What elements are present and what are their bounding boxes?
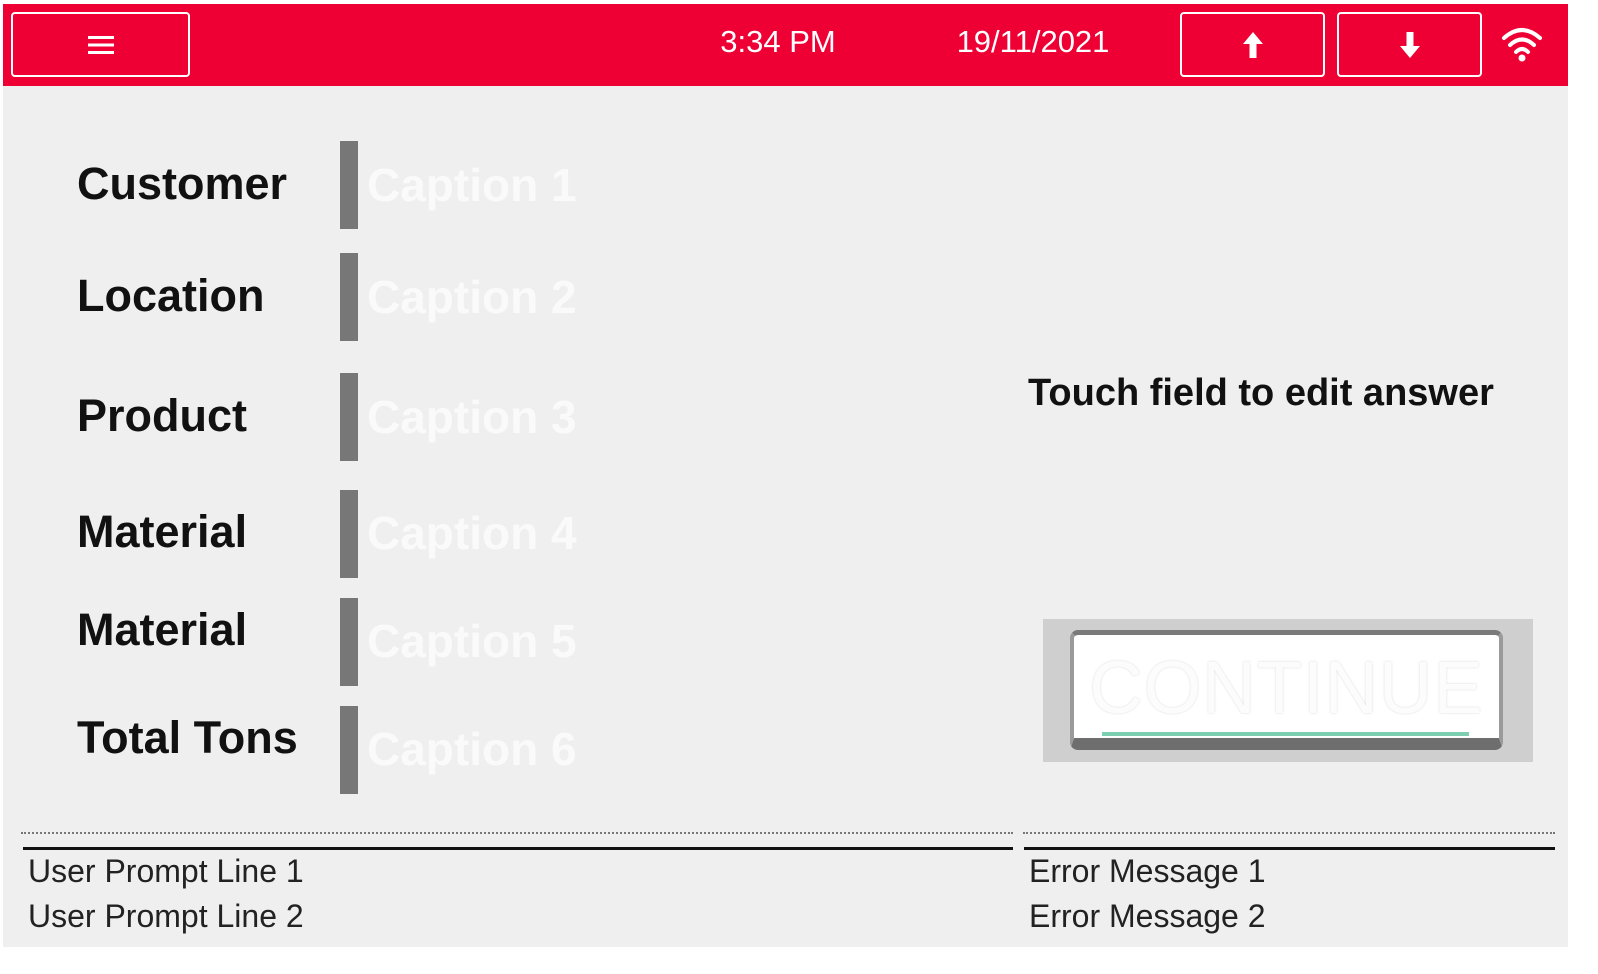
field-value-total-tons[interactable]: Caption 6: [367, 722, 577, 776]
field-label-product: Product: [77, 390, 248, 441]
user-prompt-line-1: User Prompt Line 1: [28, 853, 304, 889]
continue-button-label: CONTINUE: [1089, 646, 1484, 729]
error-message-2: Error Message 2: [1029, 898, 1266, 934]
continue-button-accent: [1102, 732, 1469, 736]
field-marker-location: [340, 253, 358, 341]
arrow-up-icon: [1242, 31, 1263, 58]
error-message-1: Error Message 1: [1029, 853, 1266, 889]
hmi-screen: 3:34 PM 19/11/2021 Customer Caption 1 Lo…: [3, 4, 1568, 947]
field-value-material-1[interactable]: Caption 4: [367, 506, 577, 560]
scroll-down-button[interactable]: [1337, 12, 1482, 77]
continue-button[interactable]: CONTINUE: [1070, 630, 1503, 750]
clock-date: 19/11/2021: [956, 24, 1110, 59]
field-marker-total-tons: [340, 706, 358, 794]
clock-time: 3:34 PM: [720, 24, 836, 59]
wifi-icon: [1502, 28, 1542, 62]
field-marker-customer: [340, 141, 358, 229]
field-value-location[interactable]: Caption 2: [367, 270, 577, 324]
field-label-material-1: Material: [77, 506, 248, 557]
scroll-up-button[interactable]: [1180, 12, 1325, 77]
field-marker-material-2: [340, 598, 358, 686]
footer-divider-right: [1024, 847, 1555, 850]
user-prompt-line-2: User Prompt Line 2: [28, 898, 304, 934]
field-label-customer: Customer: [77, 158, 288, 209]
field-value-material-2[interactable]: Caption 5: [367, 614, 577, 668]
footer-dotted-divider-left: [21, 832, 1013, 834]
top-bar: 3:34 PM 19/11/2021: [3, 4, 1568, 86]
edit-hint-text: Touch field to edit answer: [1028, 372, 1494, 414]
field-label-material-2: Material: [77, 604, 248, 655]
footer-divider-left: [23, 847, 1013, 850]
arrow-down-icon: [1399, 31, 1420, 58]
field-label-location: Location: [77, 270, 265, 321]
field-marker-material-1: [340, 490, 358, 578]
footer-dotted-divider-right: [1023, 832, 1555, 834]
hamburger-menu-icon: [87, 35, 114, 54]
continue-button-frame: CONTINUE: [1043, 619, 1533, 762]
field-value-product[interactable]: Caption 3: [367, 390, 577, 444]
field-marker-product: [340, 373, 358, 461]
menu-button[interactable]: [11, 12, 190, 77]
field-label-total-tons: Total Tons: [77, 712, 298, 763]
field-value-customer[interactable]: Caption 1: [367, 158, 577, 212]
